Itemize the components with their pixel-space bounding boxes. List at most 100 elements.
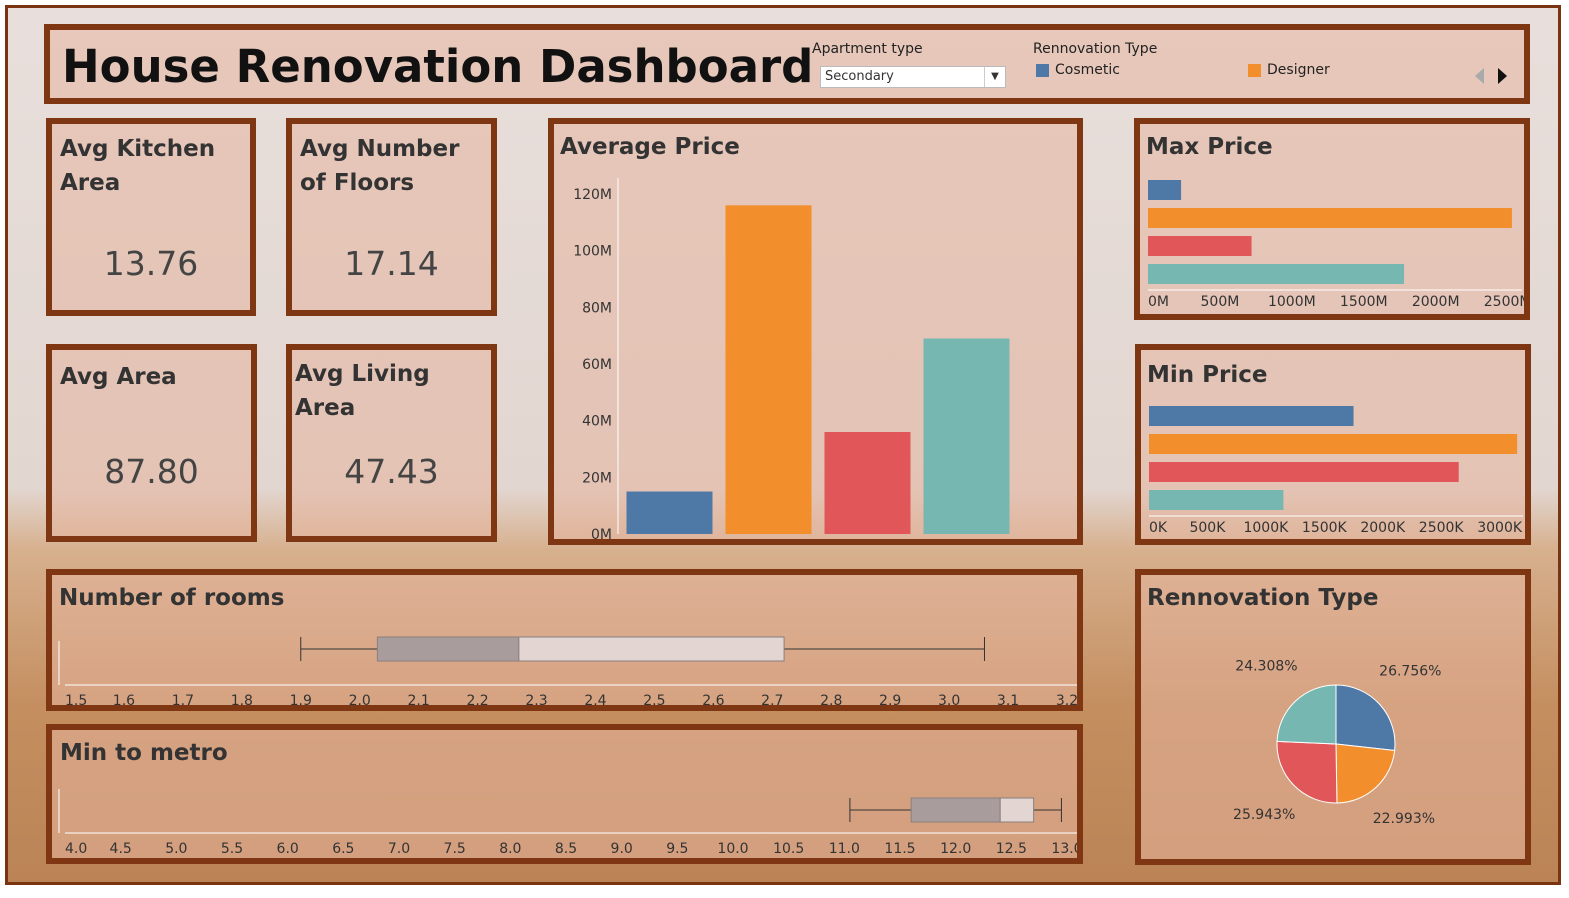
x-tick-label: 10.0: [717, 841, 748, 857]
x-tick-label: 500K: [1189, 520, 1226, 536]
x-tick-label: 8.5: [555, 841, 577, 857]
min-price-panel: Min Price 0K 500K 1000K 1500K 2000K 2500K 3000…: [1135, 344, 1531, 545]
x-tick-label: 1.8: [231, 693, 253, 705]
x-tick-label: 2.2: [466, 693, 488, 705]
legend-title: Rennovation Type: [1033, 41, 1158, 57]
bar: [1149, 462, 1459, 482]
x-tick-label: 4.0: [65, 841, 87, 857]
x-tick-label: 10.5: [773, 841, 804, 857]
x-tick-label: 9.0: [611, 841, 633, 857]
legend-next-icon[interactable]: [1498, 68, 1507, 84]
dashboard-title: House Renovation Dashboard: [62, 40, 814, 93]
x-tick-label: 11.0: [829, 841, 860, 857]
x-tick-label: 0M: [1148, 294, 1169, 310]
y-tick-label: 80M: [582, 300, 612, 316]
y-tick-label: 120M: [573, 187, 612, 203]
x-tick-label: 2.0: [349, 693, 371, 705]
box-upper: [999, 797, 1035, 823]
y-tick-label: 0M: [591, 527, 612, 539]
dashboard-canvas: House Renovation Dashboard Apartment typ…: [5, 5, 1561, 885]
apartment-type-value: Secondary: [825, 69, 894, 84]
x-tick-label: 2.4: [584, 693, 606, 705]
kpi-label: Avg Number of Floors: [300, 136, 460, 196]
bar: [1148, 180, 1182, 200]
max-price-chart: 0M 500M 1000M 1500M 2000M 2500M: [1148, 180, 1524, 310]
x-tick-label: 12.5: [996, 841, 1027, 857]
bar: [1148, 208, 1512, 228]
pie-label: 22.993%: [1373, 811, 1435, 827]
filter-label: Apartment type: [812, 41, 923, 57]
pie-slice: [1276, 684, 1337, 745]
x-tick-label: 2.6: [702, 693, 724, 705]
pie-label: 24.308%: [1235, 659, 1297, 675]
chevron-down-icon[interactable]: ▼: [984, 67, 1005, 87]
kpi-label: Avg Kitchen Area: [60, 136, 216, 196]
min-to-metro-panel: Min to metro 4.0 4.5 5.0 5.5 6.0 6.5 7.0 7.5 8.0…: [46, 724, 1083, 864]
kpi-avg-area: Avg Area 87.80: [46, 344, 257, 542]
x-tick-label: 0K: [1149, 520, 1168, 536]
x-tick-label: 2000K: [1360, 520, 1406, 536]
legend-item-cosmetic[interactable]: Cosmetic: [1055, 62, 1120, 78]
x-tick-label: 4.5: [110, 841, 132, 857]
bar: [1149, 490, 1284, 510]
box-lower: [376, 636, 520, 662]
min-to-metro-boxplot: 4.0 4.5 5.0 5.5 6.0 6.5 7.0 7.5 8.0 8.5 9.0 9.5 10.0…: [58, 789, 1077, 857]
pie-slice: [1335, 743, 1396, 804]
min-price-chart: 0K 500K 1000K 1500K 2000K 2500K 3000K: [1149, 406, 1523, 536]
max-price-panel: Max Price 0M500M1000M1500M2000M2500M: [1134, 118, 1530, 320]
x-tick-label: 2500K: [1419, 520, 1465, 536]
kpi-value: 87.80: [104, 452, 199, 491]
apartment-type-dropdown[interactable]: Secondary ▼: [820, 66, 1006, 88]
y-tick-label: 100M: [573, 244, 612, 260]
average-price-panel: Average Price 0M 20M 40M 60M 80M 100M 120M: [548, 118, 1083, 545]
kpi-label: Avg Area: [60, 364, 177, 390]
x-tick-label: 3.2: [1056, 693, 1077, 705]
x-tick-label: 5.0: [165, 841, 187, 857]
renovation-type-panel: Rennovation Type 26.756% 22.993% 25.943% 24…: [1135, 569, 1531, 865]
y-tick-label: 20M: [582, 470, 612, 486]
y-tick-label: 60M: [582, 357, 612, 373]
bar: [725, 205, 812, 534]
legend-item-designer[interactable]: Designer: [1267, 62, 1330, 78]
x-tick-label: 8.0: [499, 841, 521, 857]
x-tick-label: 5.5: [221, 841, 243, 857]
y-tick-label: 40M: [582, 414, 612, 430]
x-tick-label: 12.0: [940, 841, 971, 857]
x-tick-label: 3000K: [1477, 520, 1523, 536]
header-panel: House Renovation Dashboard Apartment typ…: [44, 24, 1530, 104]
kpi-value: 17.14: [344, 244, 439, 283]
x-tick-label: 1500K: [1302, 520, 1348, 536]
x-tick-label: 1.9: [290, 693, 312, 705]
number-of-rooms-boxplot: 1.5 1.6 1.7 1.8 1.9 2.0 2.1 2.2 2.3 2.4 2.5 2.6 2.7 2…: [58, 636, 1077, 705]
x-tick-label: 3.0: [938, 693, 960, 705]
renovation-type-pie: 26.756% 22.993% 25.943% 24.308%: [1233, 659, 1441, 827]
box-lower: [910, 797, 1001, 823]
x-tick-label: 6.5: [332, 841, 354, 857]
pie-label: 26.756%: [1379, 664, 1441, 680]
x-tick-label: 2.1: [408, 693, 430, 705]
legend-swatch-designer: [1248, 64, 1261, 77]
x-tick-label: 1500M: [1340, 294, 1388, 310]
kpi-label: Avg Living Area: [295, 361, 430, 421]
kpi-value: 13.76: [103, 244, 199, 283]
x-tick-label: 1.6: [113, 693, 135, 705]
kpi-living-area: Avg Living Area 47.43: [286, 344, 497, 542]
pie-label: 25.943%: [1233, 807, 1295, 823]
x-tick-label: 2500M: [1484, 294, 1524, 310]
x-tick-label: 3.1: [997, 693, 1019, 705]
x-tick-label: 13.0: [1051, 841, 1077, 857]
x-tick-label: 1000K: [1243, 520, 1289, 536]
bar: [923, 338, 1010, 534]
x-tick-label: 2.9: [879, 693, 901, 705]
legend-prev-icon[interactable]: [1475, 68, 1484, 84]
x-tick-label: 2.8: [820, 693, 842, 705]
legend-swatch-cosmetic: [1036, 64, 1049, 77]
box-upper: [518, 636, 785, 662]
pie-slice: [1276, 740, 1338, 804]
x-tick-label: 11.5: [884, 841, 915, 857]
bar: [626, 491, 713, 534]
bar: [1149, 406, 1354, 426]
bar: [1149, 434, 1518, 454]
average-price-chart: 0M 20M 40M 60M 80M 100M 120M: [573, 178, 1010, 539]
x-tick-label: 500M: [1201, 294, 1240, 310]
